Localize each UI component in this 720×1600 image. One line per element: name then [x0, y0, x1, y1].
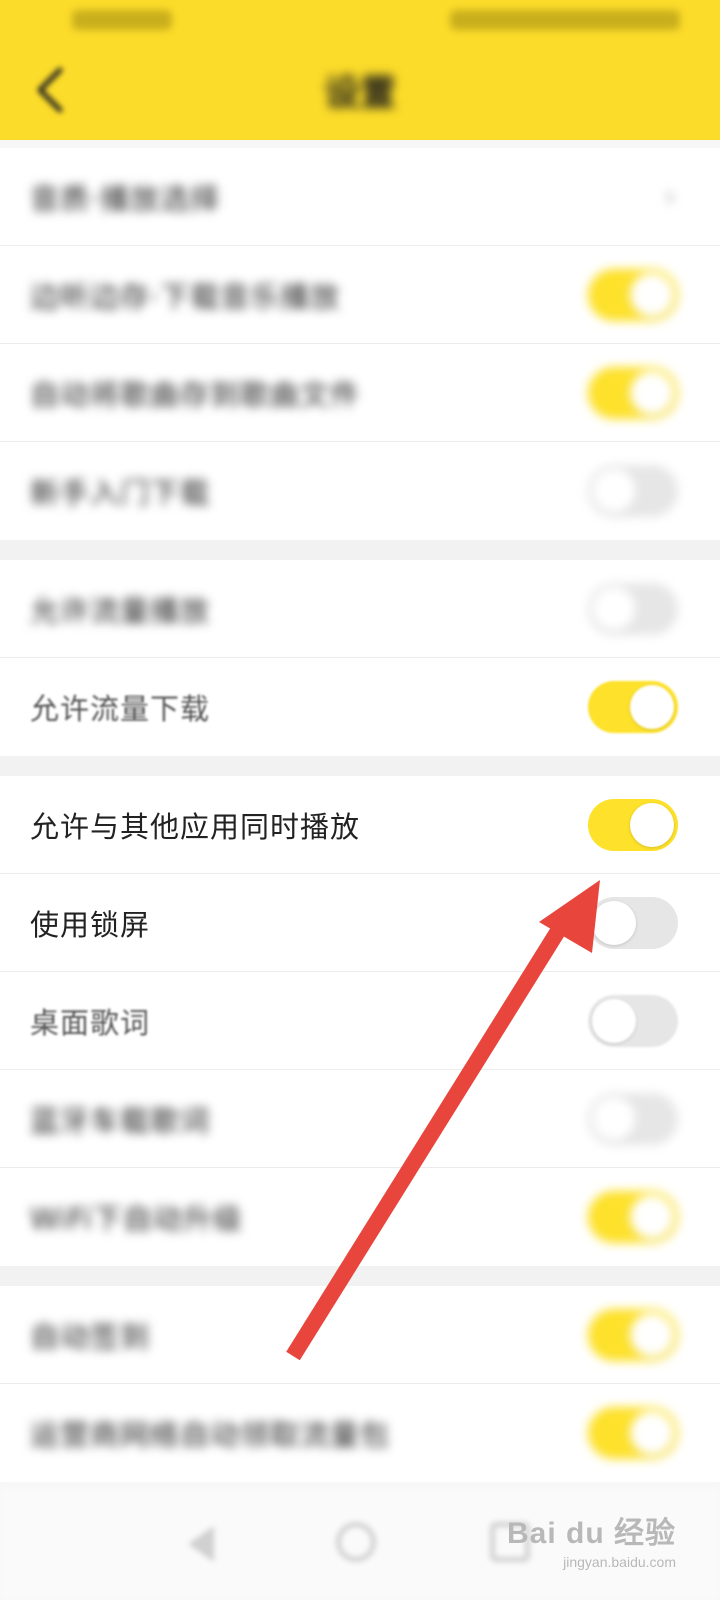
- settings-group-2: 允许流量播放 允许流量下载: [0, 560, 720, 756]
- toggle-knob: [630, 370, 674, 415]
- setting-label: 音质·播放选择: [30, 181, 221, 216]
- setting-row-desktop-lyrics: 桌面歌词: [0, 972, 720, 1070]
- toggle-knob: [630, 1312, 674, 1357]
- setting-label: 运营商网络自动领取流量包: [30, 1418, 391, 1452]
- page-title: 设置: [323, 73, 396, 114]
- setting-row-lock-screen: 使用锁屏: [0, 874, 720, 972]
- setting-label: 蓝牙车载歌词: [30, 1103, 211, 1138]
- toggle-knob: [630, 1411, 674, 1455]
- toggle-knob: [630, 685, 674, 729]
- setting-row-cache-play: 边听边存·下载音乐播放: [0, 246, 720, 344]
- setting-label: 允许与其他应用同时播放: [30, 809, 361, 844]
- setting-label: 允许流量下载: [30, 692, 211, 726]
- toggle-switch[interactable]: [588, 1191, 678, 1243]
- toggle-switch[interactable]: [588, 366, 678, 419]
- setting-label: 新手入门下载: [30, 476, 211, 510]
- setting-label: WiFi下自动升级: [30, 1202, 243, 1236]
- settings-group-1: 音质·播放选择 › 边听边存·下载音乐播放 自动将歌曲存到歌曲文件 新手入门下载: [0, 148, 720, 540]
- status-icons: [450, 10, 680, 30]
- settings-group-4: 自动签到 运营商网络自动领取流量包: [0, 1286, 720, 1482]
- toggle-switch[interactable]: [588, 268, 678, 321]
- toggle-knob: [592, 1096, 636, 1141]
- toggle-switch[interactable]: [588, 896, 678, 949]
- toggle-knob: [630, 802, 674, 847]
- setting-row-carrier-data: 运营商网络自动领取流量包: [0, 1384, 720, 1482]
- setting-label: 边听边存·下载音乐播放: [30, 279, 341, 314]
- nav-home-icon[interactable]: [336, 1522, 376, 1562]
- setting-row-bluetooth-lyrics: 蓝牙车载歌词: [0, 1070, 720, 1168]
- toggle-knob: [592, 469, 636, 513]
- setting-row-mix-playback: 允许与其他应用同时播放: [0, 776, 720, 874]
- status-time: [72, 10, 172, 30]
- mix-playback-toggle[interactable]: [588, 798, 678, 851]
- setting-label: 桌面歌词: [30, 1005, 151, 1040]
- section-gap: [0, 1266, 720, 1286]
- toggle-knob: [592, 586, 636, 631]
- status-bar: [0, 0, 720, 48]
- settings-page: 设置 音质·播放选择 › 边听边存·下载音乐播放 自动将歌曲存到歌曲文件 新手入…: [0, 0, 720, 1600]
- settings-list: 音质·播放选择 › 边听边存·下载音乐播放 自动将歌曲存到歌曲文件 新手入门下载…: [0, 148, 720, 1482]
- toggle-knob: [592, 900, 636, 945]
- watermark-url: jingyan.baidu.com: [563, 1554, 676, 1570]
- toggle-knob: [630, 272, 674, 317]
- setting-row-wifi-upgrade: WiFi下自动升级: [0, 1168, 720, 1266]
- setting-row-auto-save: 自动将歌曲存到歌曲文件: [0, 344, 720, 442]
- toggle-knob: [630, 1195, 674, 1239]
- setting-row-quality[interactable]: 音质·播放选择 ›: [0, 148, 720, 246]
- setting-label: 允许流量播放: [30, 593, 211, 628]
- settings-group-3: 允许与其他应用同时播放 使用锁屏 桌面歌词 蓝牙车载歌词 WiFi下自动升级: [0, 776, 720, 1266]
- nav-back-icon[interactable]: [188, 1526, 214, 1562]
- setting-label: 自动签到: [30, 1319, 151, 1354]
- toggle-switch[interactable]: [588, 994, 678, 1047]
- watermark-logo: Bai du 经验: [506, 1517, 676, 1550]
- toggle-switch[interactable]: [588, 1308, 678, 1361]
- toggle-knob: [592, 998, 636, 1043]
- section-gap: [0, 756, 720, 776]
- setting-row-beginner: 新手入门下载: [0, 442, 720, 540]
- setting-row-auto-checkin: 自动签到: [0, 1286, 720, 1384]
- setting-row-mobile-play: 允许流量播放: [0, 560, 720, 658]
- chevron-right-icon: ›: [664, 179, 676, 214]
- toggle-switch[interactable]: [588, 465, 678, 517]
- section-gap: [0, 540, 720, 560]
- app-header: 设置: [0, 0, 720, 140]
- toggle-switch[interactable]: [588, 582, 678, 635]
- setting-label: 自动将歌曲存到歌曲文件: [30, 377, 361, 412]
- toggle-switch[interactable]: [588, 1092, 678, 1145]
- toggle-switch[interactable]: [588, 1407, 678, 1459]
- toggle-switch[interactable]: [588, 681, 678, 733]
- watermark: Bai du 经验 jingyan.baidu.com: [507, 1508, 676, 1570]
- setting-row-mobile-download: 允许流量下载: [0, 658, 720, 756]
- setting-label: 使用锁屏: [30, 907, 151, 942]
